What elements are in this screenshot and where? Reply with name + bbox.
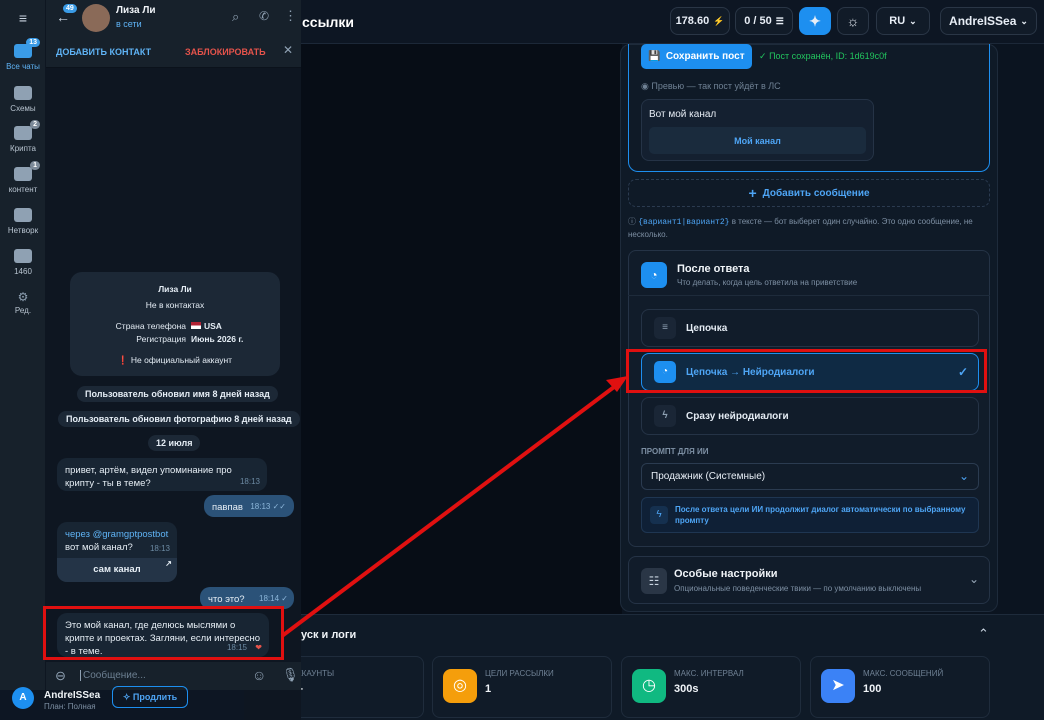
- annotation-arrow: [280, 376, 628, 638]
